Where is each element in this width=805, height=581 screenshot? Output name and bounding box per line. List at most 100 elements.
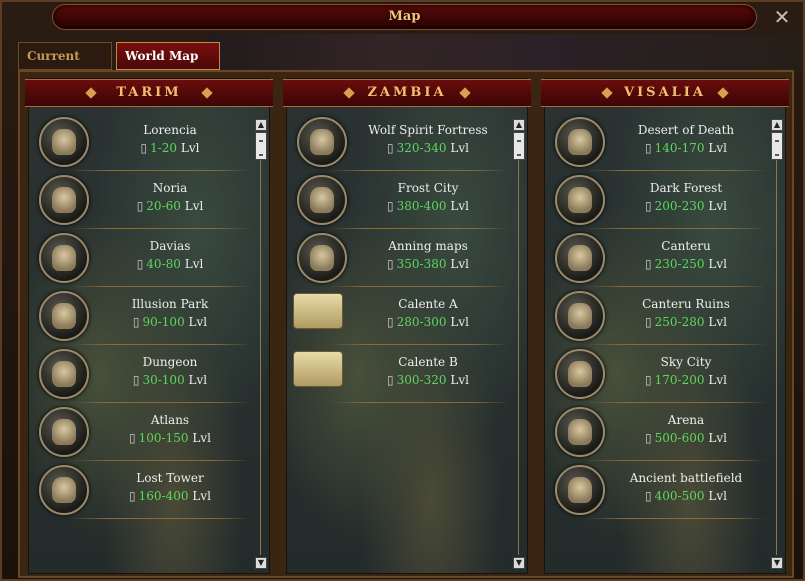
- level-range: ▯ 140-170 Lvl: [605, 141, 767, 155]
- map-list-item[interactable]: Lost Tower ▯ 160-400 Lvl: [29, 465, 251, 523]
- map-list-item[interactable]: Illusion Park ▯ 90-100 Lvl: [29, 291, 251, 349]
- level-glyph: ▯: [129, 489, 136, 503]
- level-range: ▯ 230-250 Lvl: [605, 257, 767, 271]
- scroll-up-icon[interactable]: ▲: [255, 119, 267, 131]
- map-list-item[interactable]: Calente B ▯ 300-320 Lvl: [287, 349, 509, 407]
- level-glyph: ▯: [387, 199, 394, 213]
- level-range: ▯ 170-200 Lvl: [605, 373, 767, 387]
- map-list-item[interactable]: Dark Forest ▯ 200-230 Lvl: [545, 175, 767, 233]
- level-glyph: ▯: [645, 373, 652, 387]
- map-list-item[interactable]: Canteru Ruins ▯ 250-280 Lvl: [545, 291, 767, 349]
- level-unit: Lvl: [180, 141, 200, 155]
- frost-icon: [297, 175, 347, 225]
- region-name: TARIM: [116, 85, 182, 100]
- scroll-down-icon[interactable]: ▼: [255, 557, 267, 569]
- close-icon[interactable]: ✕: [771, 7, 793, 29]
- map-name: Calente B: [398, 355, 458, 369]
- ruins-icon: [555, 233, 605, 283]
- level-glyph: ▯: [387, 373, 394, 387]
- level-range-value: 20-60: [146, 199, 181, 213]
- level-glyph: ▯: [645, 199, 652, 213]
- map-name: Arena: [667, 413, 705, 427]
- level-glyph: ▯: [136, 257, 144, 271]
- scroll-down-icon[interactable]: ▼: [513, 557, 525, 569]
- level-range: ▯ 300-320 Lvl: [347, 373, 509, 387]
- map-list-item[interactable]: Desert of Death ▯ 140-170 Lvl: [545, 117, 767, 175]
- map-name: Lorencia: [143, 123, 197, 137]
- level-range: ▯ 350-380 Lvl: [347, 257, 509, 271]
- level-unit: Lvl: [184, 199, 204, 213]
- map-list-item[interactable]: Sky City ▯ 170-200 Lvl: [545, 349, 767, 407]
- level-unit: Lvl: [708, 141, 727, 155]
- map-list-item[interactable]: Noria ▯ 20-60 Lvl: [29, 175, 251, 233]
- tab-current-map[interactable]: Current map: [18, 42, 112, 89]
- level-glyph: ▯: [140, 141, 148, 155]
- map-list-item[interactable]: Lorencia ▯ 1-20 Lvl: [29, 117, 251, 175]
- rocks-icon: [297, 233, 347, 283]
- level-range-value: 320-340: [396, 141, 447, 155]
- region-header: ZAMBIA: [283, 79, 531, 107]
- level-range-value: 380-400: [396, 199, 447, 213]
- scrollbar[interactable]: ▲ ▼: [255, 119, 267, 569]
- level-range: ▯ 160-400 Lvl: [89, 489, 251, 503]
- map-list-item[interactable]: Davias ▯ 40-80 Lvl: [29, 233, 251, 291]
- level-range: ▯ 1-20 Lvl: [89, 141, 251, 155]
- scroll-up-icon[interactable]: ▲: [513, 119, 525, 131]
- scrollbar[interactable]: ▲ ▼: [513, 119, 525, 569]
- map-name: Davias: [149, 239, 191, 253]
- scroll-down-icon[interactable]: ▼: [771, 557, 783, 569]
- arena-icon: [555, 407, 605, 457]
- skull-icon: [297, 117, 347, 167]
- region-name: VISALIA: [624, 85, 706, 100]
- level-glyph: ▯: [387, 257, 394, 271]
- map-list-item[interactable]: Frost City ▯ 380-400 Lvl: [287, 175, 509, 233]
- map-name: Atlans: [150, 413, 190, 427]
- map-list-item[interactable]: Atlans ▯ 100-150 Lvl: [29, 407, 251, 465]
- level-glyph: ▯: [645, 489, 652, 503]
- title-bar: Map: [52, 4, 757, 30]
- region-column-zambia: ZAMBIA Wolf Spirit Fortress ▯ 320-340 Lvl Fr…: [283, 78, 531, 574]
- level-range-value: 40-80: [146, 257, 181, 271]
- map-list-item[interactable]: Wolf Spirit Fortress ▯ 320-340 Lvl: [287, 117, 509, 175]
- level-range-value: 1-20: [150, 141, 178, 155]
- level-range-value: 100-150: [138, 431, 189, 445]
- level-glyph: ▯: [387, 315, 394, 329]
- scroll-thumb[interactable]: [513, 132, 525, 160]
- region-column-visalia: VISALIA Desert of Death ▯ 140-170 Lvl Dark F…: [541, 78, 789, 574]
- map-list-item[interactable]: Dungeon ▯ 30-100 Lvl: [29, 349, 251, 407]
- level-range: ▯ 280-300 Lvl: [347, 315, 509, 329]
- level-range-value: 400-500: [654, 489, 705, 503]
- map-list-item[interactable]: Canteru ▯ 230-250 Lvl: [545, 233, 767, 291]
- map-name: Calente A: [398, 297, 458, 311]
- map-window: Map ✕ Current map World Map TARIM Lorenci…: [0, 0, 805, 581]
- level-range: ▯ 30-100 Lvl: [89, 373, 251, 387]
- map-name: Noria: [152, 181, 188, 195]
- scroll-thumb[interactable]: [771, 132, 783, 160]
- level-unit: Lvl: [450, 141, 469, 155]
- scrollbar[interactable]: ▲ ▼: [771, 119, 783, 569]
- map-list-item[interactable]: Arena ▯ 500-600 Lvl: [545, 407, 767, 465]
- map-name: Sky City: [660, 355, 712, 369]
- rubble-icon: [555, 291, 605, 341]
- scroll-track: [776, 133, 777, 555]
- level-range: ▯ 400-500 Lvl: [605, 489, 767, 503]
- scroll-track: [518, 133, 519, 555]
- level-range-value: 160-400: [138, 489, 189, 503]
- scroll-thumb[interactable]: [255, 132, 267, 160]
- cactus-icon: [555, 117, 605, 167]
- palace-icon: [287, 341, 349, 399]
- scroll-up-icon[interactable]: ▲: [771, 119, 783, 131]
- level-range-value: 230-250: [654, 257, 705, 271]
- map-list: Desert of Death ▯ 140-170 Lvl Dark Forest ▯ 2…: [545, 117, 767, 523]
- level-range: ▯ 40-80 Lvl: [89, 257, 251, 271]
- tab-world-map[interactable]: World Map: [116, 42, 220, 70]
- mountain-icon: [39, 233, 89, 283]
- map-list-item[interactable]: Ancient battlefield ▯ 400-500 Lvl: [545, 465, 767, 523]
- region-name: ZAMBIA: [367, 85, 447, 100]
- level-unit: Lvl: [708, 199, 727, 213]
- map-name: Wolf Spirit Fortress: [368, 123, 488, 137]
- level-unit: Lvl: [188, 373, 208, 387]
- claw-icon: [39, 349, 89, 399]
- battle-tree-icon: [555, 465, 605, 515]
- statue-icon: [39, 291, 89, 341]
